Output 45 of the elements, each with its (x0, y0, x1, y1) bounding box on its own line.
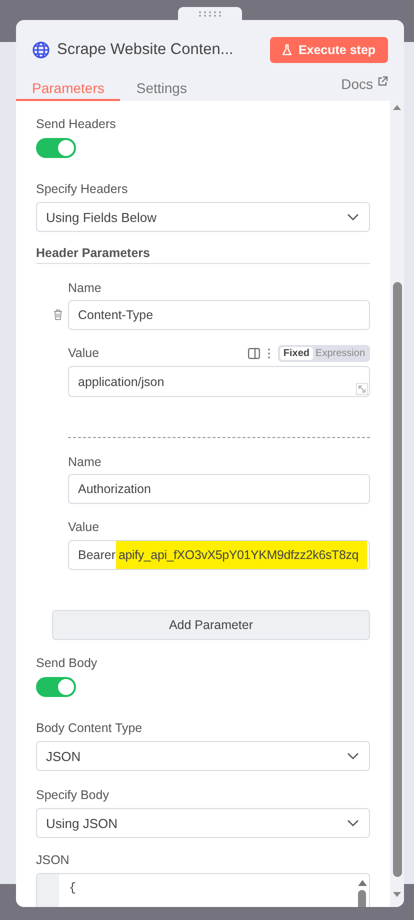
select-field[interactable]: Using JSON (36, 808, 370, 838)
toggle-switch[interactable] (36, 677, 76, 697)
add-parameter-button[interactable]: Add Parameter (52, 610, 370, 640)
field-label: Specify Headers (36, 181, 129, 197)
field-label: Body Content Type (36, 720, 144, 736)
input-field[interactable]: application/json (68, 366, 370, 397)
select-field[interactable]: Using Fields Below (36, 202, 370, 232)
field-label: Name (68, 280, 102, 296)
globe-icon (32, 41, 50, 59)
input-field[interactable]: Bearer apify_api_fXO3vX5pY01YKM9dfzz2k6sT8zq (68, 540, 370, 570)
field-label: Value (68, 345, 100, 361)
scroll-down-icon[interactable] (393, 892, 401, 897)
flask-icon (282, 44, 292, 56)
toggle-switch[interactable] (36, 138, 76, 158)
chevron-down-icon (347, 819, 359, 827)
value-text: application/json (78, 374, 164, 388)
field-label: JSON (36, 852, 70, 868)
highlight-mark: apify_api_fXO3vX5pY01YKM9dfzz2k6sT8zq (116, 541, 366, 569)
field-label: Send Body (36, 655, 98, 671)
value-text: Bearer (78, 548, 116, 562)
scrollbar[interactable] (390, 101, 404, 907)
drag-handle[interactable] (178, 7, 242, 21)
chevron-down-icon (347, 213, 359, 221)
trash-icon[interactable] (53, 309, 63, 320)
section-heading: Header Parameters (36, 245, 151, 261)
more-icon[interactable] (267, 348, 272, 358)
field-label: Send Headers (36, 116, 117, 132)
scroll-thumb[interactable] (358, 890, 366, 907)
mode-option[interactable]: Fixed (280, 346, 313, 360)
docs-link[interactable]: Docs (341, 76, 404, 101)
external-link-icon (377, 76, 388, 87)
select-field[interactable]: JSON (36, 741, 370, 771)
tab[interactable]: Settings (120, 76, 203, 101)
node-title: Scrape Website Conten... (57, 41, 234, 59)
code-editor[interactable]: { (36, 873, 370, 907)
field-label: Name (68, 454, 102, 470)
scroll-up-icon[interactable] (358, 880, 366, 886)
input-field[interactable]: Content-Type (68, 300, 370, 330)
field-label: Specify Body (36, 787, 110, 803)
scroll-up-icon[interactable] (393, 105, 401, 110)
panel-icon[interactable] (248, 348, 260, 358)
expand-icon[interactable] (356, 383, 368, 395)
chevron-down-icon (347, 752, 359, 760)
field-label: Value (68, 519, 100, 535)
input-field[interactable]: Authorization (68, 474, 370, 504)
